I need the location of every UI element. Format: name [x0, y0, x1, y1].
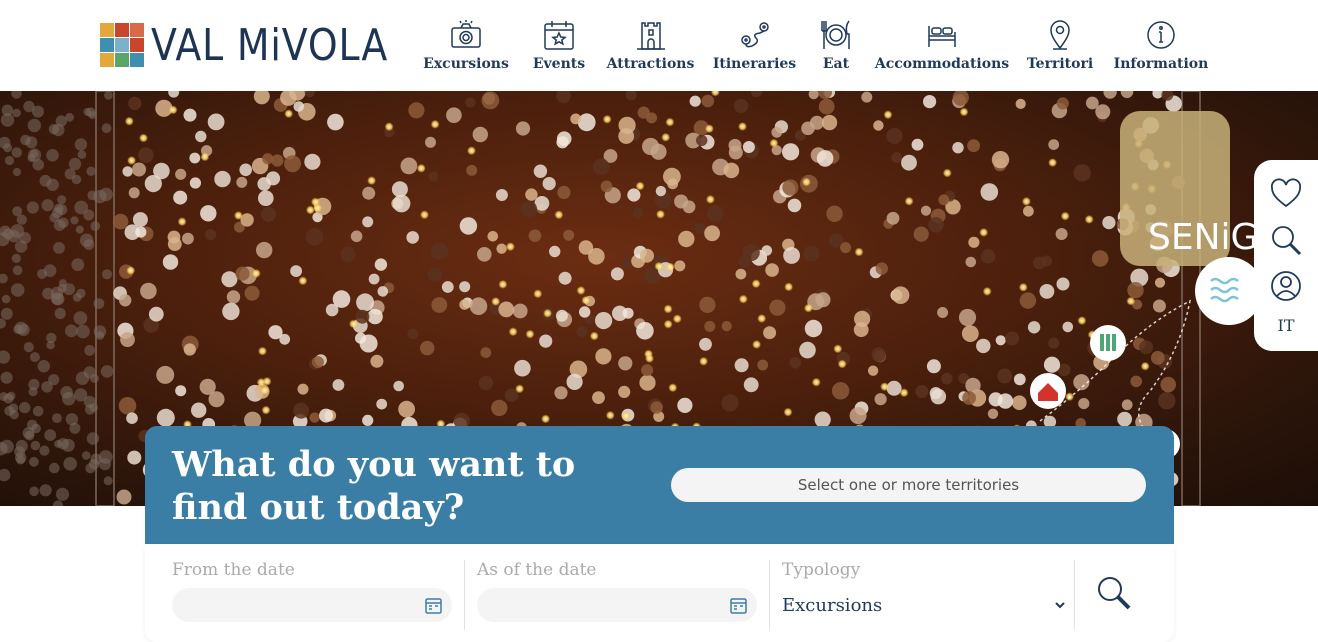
camera-icon: [451, 20, 481, 48]
nav-label: Attractions: [606, 56, 695, 72]
site-header: VAL MiVOLA Excursions Events Attractions: [0, 0, 1318, 91]
nav-item-accommodations[interactable]: Accommodations: [875, 18, 1009, 76]
from-date-input[interactable]: [172, 588, 452, 622]
calendar-icon: [730, 598, 747, 614]
search-icon: [1272, 226, 1302, 256]
typology-field: Typology Excursions: [782, 560, 1067, 630]
bed-icon: [928, 26, 956, 47]
from-date-field: From the date: [172, 560, 452, 630]
typology-label: Typology: [782, 560, 861, 580]
map-pin-icon: [1050, 20, 1070, 50]
territory-select[interactable]: Select one or more territories: [671, 468, 1146, 502]
language-switch[interactable]: IT: [1278, 316, 1295, 335]
castle-icon: [636, 22, 665, 50]
nav-item-events[interactable]: Events: [532, 18, 586, 76]
user-icon: [1271, 271, 1301, 301]
route-icon: [740, 22, 769, 48]
typology-select[interactable]: Excursions: [782, 588, 1067, 622]
info-icon: [1147, 21, 1175, 49]
nav-item-excursions[interactable]: Excursions: [423, 18, 509, 76]
nav-item-attractions[interactable]: Attractions: [607, 18, 694, 76]
account-button[interactable]: [1266, 266, 1306, 306]
nav-item-territori[interactable]: Territori: [1027, 18, 1093, 76]
heart-icon: [1270, 178, 1302, 208]
nav-label: Excursions: [423, 56, 509, 72]
search-panel-filters: From the date As of the date Typology Ex…: [145, 544, 1174, 642]
to-date-field: As of the date: [477, 560, 757, 630]
to-date-label: As of the date: [477, 560, 597, 580]
favorites-button[interactable]: [1266, 174, 1306, 214]
chevron-down-icon: [1055, 602, 1065, 609]
nav-label: Accommodations: [874, 56, 1010, 72]
main-nav: Excursions Events Attractions Itinerarie…: [0, 18, 1318, 78]
to-date-input[interactable]: [477, 588, 757, 622]
nav-label: Information: [1113, 56, 1209, 72]
from-date-label: From the date: [172, 560, 295, 580]
plate-cutlery-icon: [821, 20, 850, 49]
nav-label: Eat: [822, 56, 850, 72]
side-toolbar: IT: [1254, 160, 1318, 351]
search-title: What do you want to find out today?: [172, 444, 576, 528]
nav-label: Territori: [1026, 56, 1094, 72]
calendar-star-icon: [544, 21, 574, 50]
nav-label: Itineraries: [712, 56, 797, 72]
search-submit-button[interactable]: [1095, 574, 1137, 616]
search-panel-header: What do you want to find out today? Sele…: [145, 426, 1174, 544]
calendar-icon: [425, 598, 442, 614]
filter-divider: [464, 560, 465, 630]
filter-divider: [769, 560, 770, 630]
nav-label: Events: [532, 56, 586, 72]
typology-value: Excursions: [782, 594, 883, 616]
search-toggle-button[interactable]: [1266, 220, 1306, 260]
nav-item-itineraries[interactable]: Itineraries: [713, 18, 796, 76]
nav-item-information[interactable]: Information: [1114, 18, 1208, 76]
nav-item-eat[interactable]: Eat: [819, 18, 853, 76]
filter-divider: [1074, 560, 1075, 630]
search-icon: [1098, 577, 1131, 610]
